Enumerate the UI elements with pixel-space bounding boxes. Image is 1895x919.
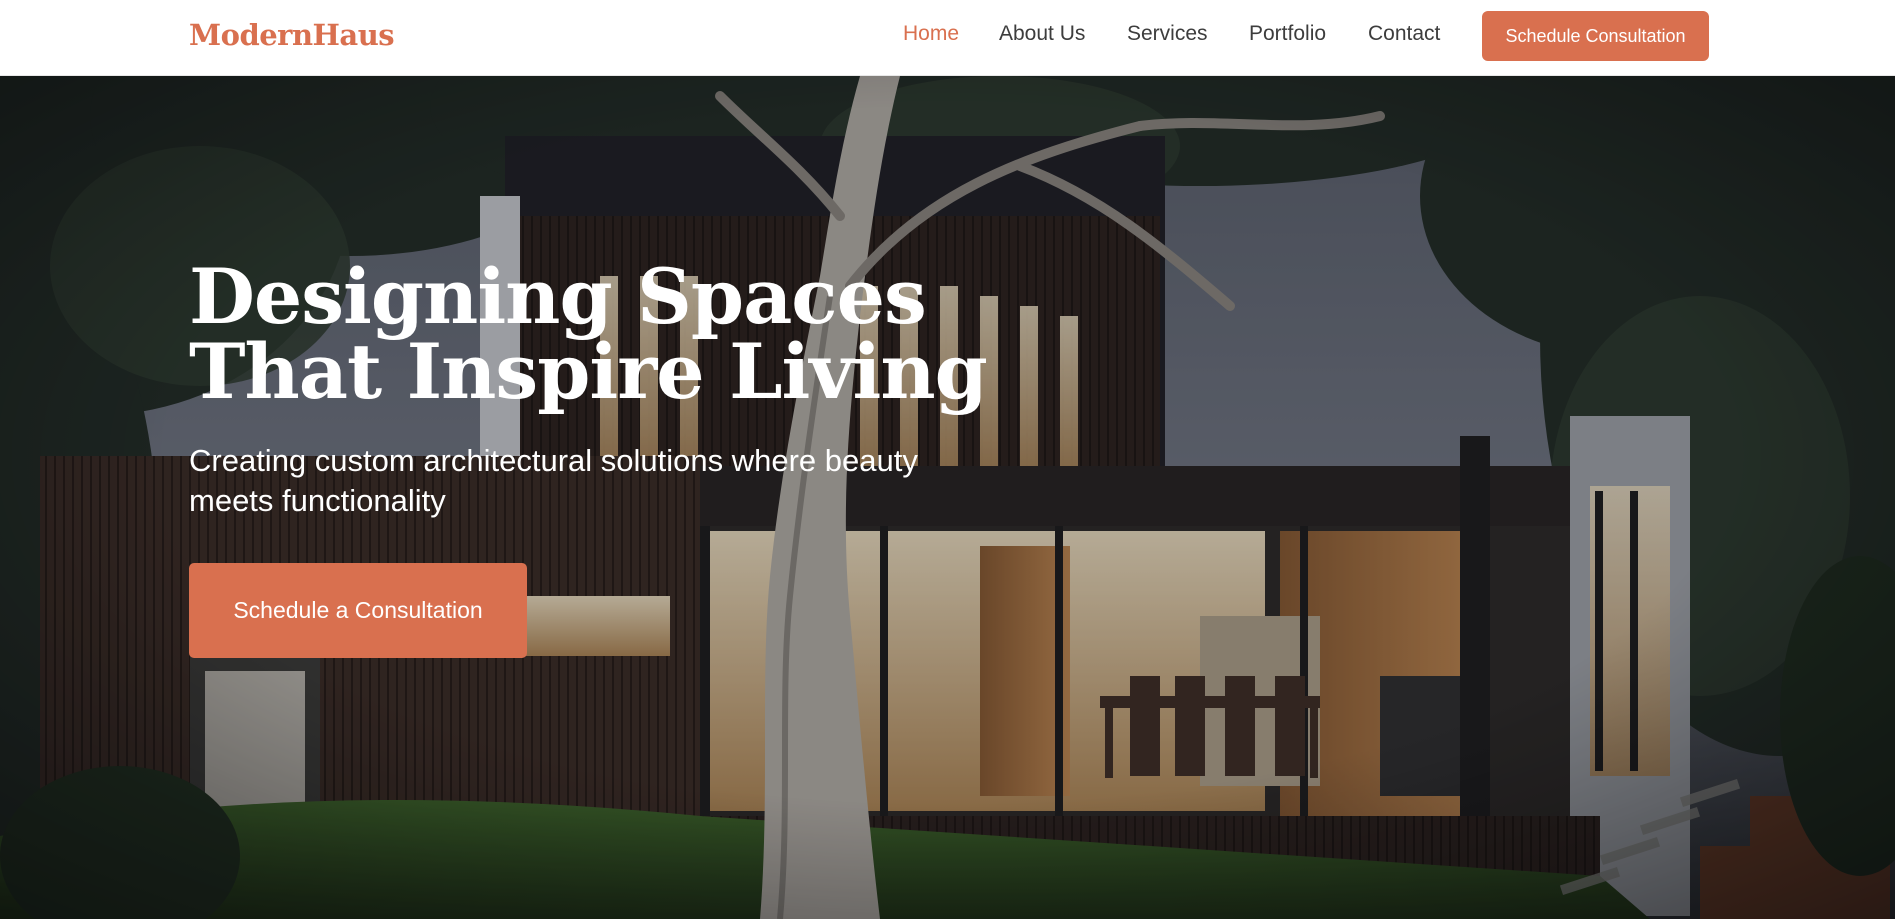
schedule-consultation-hero-button[interactable]: Schedule a Consultation	[189, 563, 527, 658]
hero-section: Designing Spaces That Inspire Living Cre…	[0, 76, 1895, 919]
hero-title-line-2: That Inspire Living	[189, 327, 988, 416]
hero-title: Designing Spaces That Inspire Living	[189, 252, 1089, 416]
nav-link-services[interactable]: Services	[1127, 22, 1208, 46]
nav-link-home[interactable]: Home	[903, 22, 959, 46]
nav-link-about-us[interactable]: About Us	[999, 22, 1085, 46]
brand-logo[interactable]: ModernHaus	[189, 18, 395, 52]
schedule-consultation-nav-button[interactable]: Schedule Consultation	[1482, 11, 1709, 61]
nav-link-contact[interactable]: Contact	[1368, 22, 1440, 46]
top-navigation: ModernHaus Home About Us Services Portfo…	[0, 0, 1895, 76]
hero-title-line-1: Designing Spaces	[189, 252, 927, 341]
nav-link-portfolio[interactable]: Portfolio	[1249, 22, 1326, 46]
hero-subtitle: Creating custom architectural solutions …	[189, 443, 918, 518]
